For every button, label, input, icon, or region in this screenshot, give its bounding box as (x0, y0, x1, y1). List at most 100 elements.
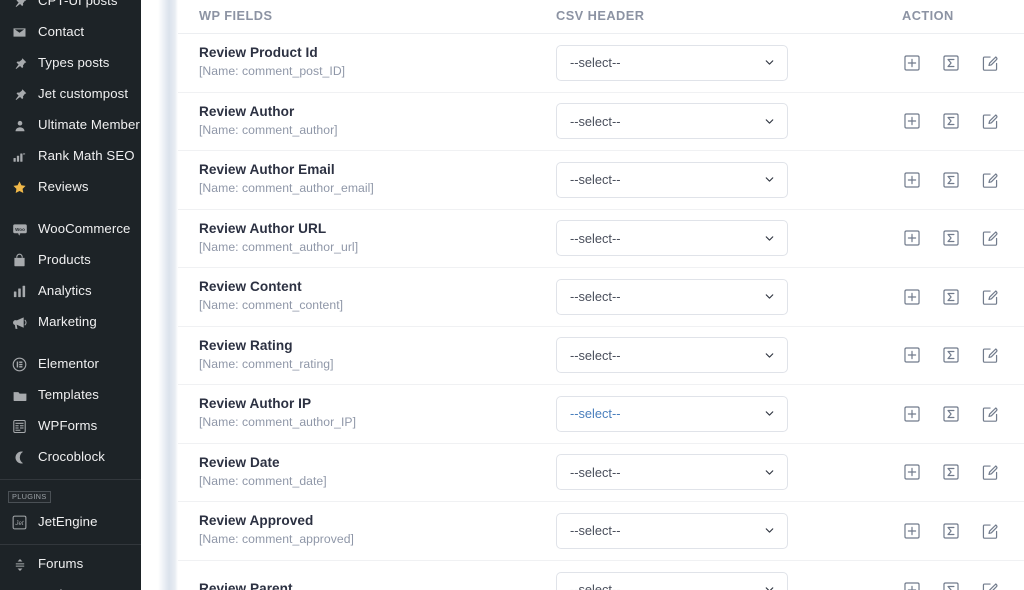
csv-header-cell: --select-- (548, 395, 888, 432)
csv-header-cell: --select-- (548, 103, 888, 140)
sidebar-item-products[interactable]: Products (0, 245, 141, 276)
column-header-action: ACTION (902, 8, 954, 23)
action-cell (888, 229, 1024, 248)
sidebar-item-jet-custompost[interactable]: Jet custompost (0, 79, 141, 110)
csv-header-select[interactable]: --select-- (556, 278, 788, 315)
wp-field-slug: [Name: comment_rating] (199, 356, 334, 371)
sigma-square-icon[interactable] (941, 580, 960, 590)
user-icon (9, 119, 30, 133)
add-square-icon[interactable] (902, 521, 921, 540)
sigma-square-icon[interactable] (941, 112, 960, 131)
csv-header-select[interactable]: --select-- (556, 512, 788, 549)
edit-pencil-icon[interactable] (980, 170, 999, 189)
pin-icon (9, 0, 30, 9)
pin-icon (9, 57, 30, 71)
csv-header-select-value: --select-- (570, 347, 621, 363)
sigma-square-icon[interactable] (941, 521, 960, 540)
column-header-wp-fields: WP FIELDS (199, 8, 273, 23)
row-actions (902, 346, 1024, 365)
csv-header-select-value: --select-- (570, 582, 621, 590)
csv-header-select[interactable]: --select-- (556, 44, 788, 81)
sidebar-item-types-posts[interactable]: Types posts (0, 48, 141, 79)
table-row: Review Content [Name: comment_content] -… (178, 268, 1024, 327)
sigma-square-icon[interactable] (941, 53, 960, 72)
sigma-square-icon[interactable] (941, 346, 960, 365)
sigma-square-icon[interactable] (941, 170, 960, 189)
sidebar-item-topics[interactable]: Topics (0, 580, 141, 590)
chevron-down-icon (763, 407, 776, 420)
edit-pencil-icon[interactable] (980, 463, 999, 482)
edit-pencil-icon[interactable] (980, 112, 999, 131)
wp-field-cell: Review Author IP [Name: comment_author_I… (178, 396, 548, 431)
edit-pencil-icon[interactable] (980, 580, 999, 590)
sidebar-item-jetengine[interactable]: Jet JetEngine (0, 507, 141, 538)
row-actions (902, 580, 1024, 590)
sidebar-item-label: Ultimate Member (38, 117, 140, 133)
add-square-icon[interactable] (902, 463, 921, 482)
csv-header-select[interactable]: --select-- (556, 103, 788, 140)
sigma-square-icon[interactable] (941, 404, 960, 423)
csv-header-select-value: --select-- (570, 464, 621, 480)
add-square-icon[interactable] (902, 404, 921, 423)
sigma-square-icon[interactable] (941, 463, 960, 482)
add-square-icon[interactable] (902, 229, 921, 248)
table-body: Review Product Id [Name: comment_post_ID… (178, 34, 1024, 590)
csv-header-select[interactable]: --select-- (556, 220, 788, 257)
sidebar-content-gutter (141, 0, 178, 590)
sigma-square-icon[interactable] (941, 287, 960, 306)
sidebar-item-label: Rank Math SEO (38, 148, 135, 164)
wp-field-slug: [Name: comment_content] (199, 298, 344, 313)
bar-chart-icon (9, 149, 30, 164)
chevron-down-icon (763, 349, 776, 362)
csv-header-select-value: --select-- (570, 289, 621, 305)
sidebar-item-wpforms[interactable]: WPForms (0, 411, 141, 442)
add-square-icon[interactable] (902, 53, 921, 72)
wp-field-cell: Review Author Email [Name: comment_autho… (178, 162, 548, 197)
sidebar-item-analytics[interactable]: Analytics (0, 276, 141, 307)
csv-header-select[interactable]: --select-- (556, 395, 788, 432)
sidebar-item-woocommerce[interactable]: Woo WooCommerce (0, 214, 141, 245)
add-square-icon[interactable] (902, 287, 921, 306)
csv-header-select[interactable]: --select-- (556, 337, 788, 374)
add-square-icon[interactable] (902, 580, 921, 590)
add-square-icon[interactable] (902, 346, 921, 365)
csv-header-select[interactable]: --select-- (556, 161, 788, 198)
row-actions (902, 287, 1024, 306)
edit-pencil-icon[interactable] (980, 346, 999, 365)
sidebar-item-reviews[interactable]: Reviews (0, 172, 141, 203)
edit-pencil-icon[interactable] (980, 521, 999, 540)
action-cell (888, 112, 1024, 131)
sidebar-item-cpt-ui-posts-clipped[interactable]: CPT-UI posts (0, 0, 141, 17)
sigma-square-icon[interactable] (941, 229, 960, 248)
sidebar-item-forums[interactable]: Forums (0, 549, 141, 580)
add-square-icon[interactable] (902, 170, 921, 189)
wp-field-name: Review Content (199, 279, 302, 295)
edit-pencil-icon[interactable] (980, 53, 999, 72)
chevron-down-icon (763, 115, 776, 128)
action-cell (888, 463, 1024, 482)
row-actions (902, 404, 1024, 423)
sidebar-item-marketing[interactable]: Marketing (0, 307, 141, 338)
folder-icon (9, 388, 30, 404)
sidebar-item-ultimate-member[interactable]: Ultimate Member (0, 110, 141, 141)
sidebar-item-templates[interactable]: Templates (0, 380, 141, 411)
table-row: Review Product Id [Name: comment_post_ID… (178, 34, 1024, 93)
chevron-down-icon (763, 524, 776, 537)
add-square-icon[interactable] (902, 112, 921, 131)
woo-icon: Woo (9, 222, 30, 238)
sidebar-item-elementor[interactable]: Elementor (0, 349, 141, 380)
csv-header-cell: --select-- (548, 220, 888, 257)
edit-pencil-icon[interactable] (980, 404, 999, 423)
sidebar-item-label: WooCommerce (38, 221, 131, 237)
csv-header-select[interactable]: --select-- (556, 571, 788, 590)
sidebar-item-rank-math-seo[interactable]: Rank Math SEO (0, 141, 141, 172)
action-cell (888, 346, 1024, 365)
sidebar-item-contact[interactable]: Contact (0, 17, 141, 48)
edit-pencil-icon[interactable] (980, 229, 999, 248)
sidebar-item-crocoblock[interactable]: Crocoblock (0, 442, 141, 473)
wp-field-slug: [Name: comment_author_email] (199, 181, 374, 196)
sidebar-item-label: Contact (38, 24, 85, 40)
csv-header-select[interactable]: --select-- (556, 454, 788, 491)
action-cell (888, 170, 1024, 189)
edit-pencil-icon[interactable] (980, 287, 999, 306)
